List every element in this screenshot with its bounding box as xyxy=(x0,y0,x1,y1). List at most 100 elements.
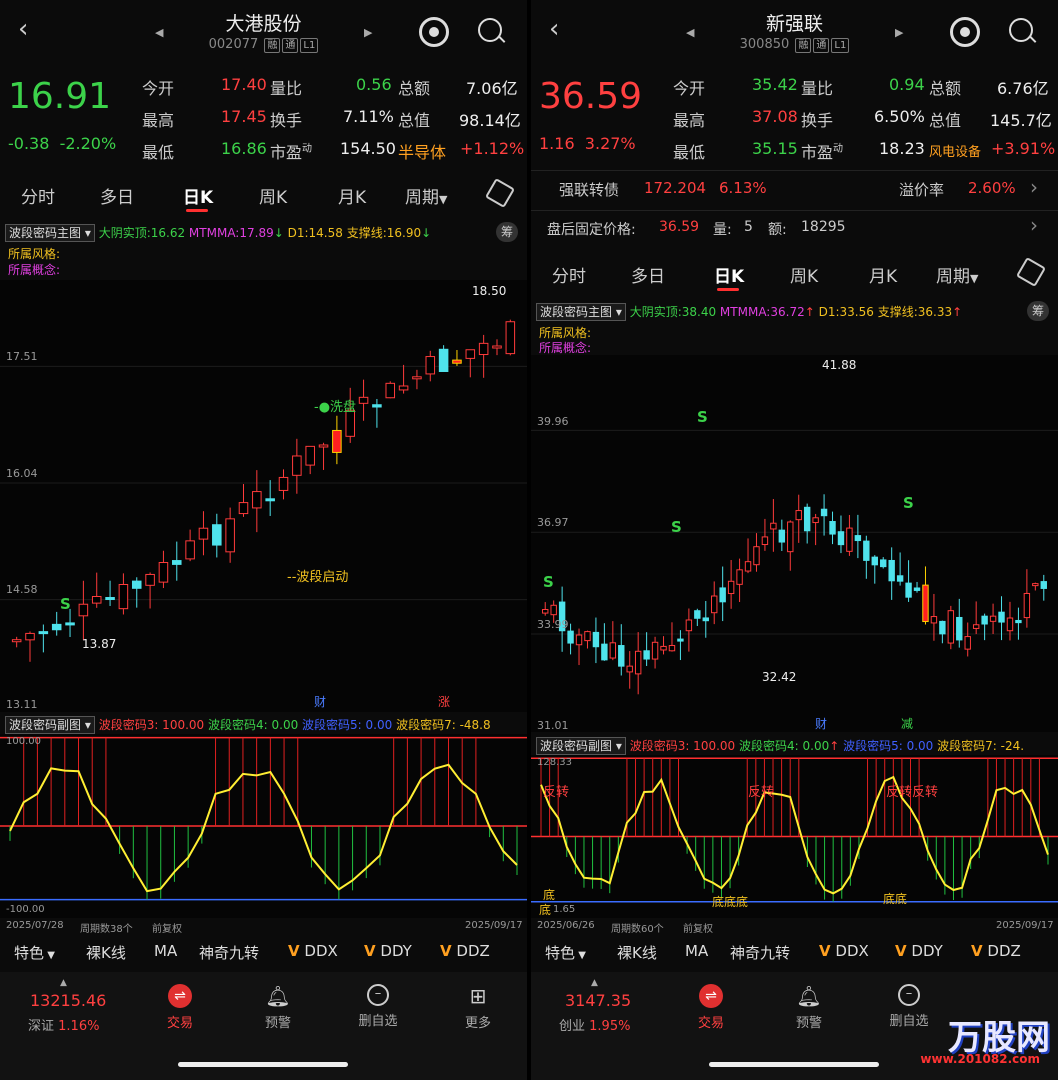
price-change: -0.38 -2.20% xyxy=(8,134,116,153)
low-label: 最低 xyxy=(142,143,175,162)
convertible-bond-row[interactable]: 强联转债 172.204 6.13% 溢价率 2.60% › xyxy=(531,170,1058,207)
cai-marker: 财 xyxy=(314,695,327,709)
candle-body xyxy=(660,645,667,651)
tool-ddz[interactable]: V DDZ xyxy=(440,942,490,960)
tool-nine[interactable]: 神奇九转 xyxy=(199,942,259,963)
alert-button[interactable]: 🔔︎ 预警 xyxy=(787,984,831,1031)
sub-indicator-select[interactable]: 波段密码副图 ▾ xyxy=(5,716,95,734)
candle-body xyxy=(11,639,22,643)
tab-zhouk[interactable]: 周K xyxy=(790,262,818,287)
search-icon[interactable] xyxy=(478,18,506,43)
after-hours-vol: 5 xyxy=(744,219,753,235)
tab-period[interactable]: 周期▼ xyxy=(936,262,978,287)
more-button[interactable]: ⊞ 更多 xyxy=(456,984,500,1031)
tab-zhouk[interactable]: 周K xyxy=(259,183,287,208)
minus-circle-icon: – xyxy=(898,984,920,1006)
tab-rik[interactable]: 日K xyxy=(183,183,213,208)
tool-feature-label: 特色 xyxy=(545,944,576,962)
settings-hex-icon[interactable] xyxy=(484,177,516,209)
kline-chart[interactable] xyxy=(0,280,527,712)
candle-body xyxy=(584,631,591,642)
candle-body xyxy=(1015,619,1022,624)
sub-indicator-select[interactable]: 波段密码副图 ▾ xyxy=(536,737,626,755)
y-tick-1: 39.96 xyxy=(537,415,569,428)
more-label: 更多 xyxy=(464,1016,491,1031)
alert-button[interactable]: 🔔︎ 预警 xyxy=(256,984,300,1031)
tool-ddx[interactable]: V DDX xyxy=(288,942,338,960)
tool-feature[interactable]: 特色 ▼ xyxy=(545,942,586,963)
tool-ddz[interactable]: V DDZ xyxy=(971,942,1021,960)
bond-change: 6.13% xyxy=(719,179,767,197)
change-pct: 3.27% xyxy=(584,134,636,153)
home-indicator xyxy=(709,1062,879,1067)
main-indicator-select[interactable]: 波段密码主图 ▾ xyxy=(5,224,95,242)
index-value[interactable]: 13215.46 xyxy=(30,991,106,1010)
alert-label: 预警 xyxy=(264,1016,291,1031)
robot-assistant-icon[interactable] xyxy=(419,17,449,47)
trade-button[interactable]: ⇌ 交易 xyxy=(158,984,202,1031)
robot-assistant-icon[interactable] xyxy=(950,17,980,47)
tab-period-label: 周期 xyxy=(936,267,970,287)
sub-indicator-chart[interactable] xyxy=(0,734,527,918)
reversal-label-3: 反转反转 xyxy=(886,785,939,800)
vr-value: 0.56 xyxy=(356,75,392,94)
tool-feature[interactable]: 特色 ▼ xyxy=(14,942,55,963)
candle-body xyxy=(922,584,929,623)
candle-body xyxy=(567,630,574,644)
after-hours-row[interactable]: 盘后固定价格: 36.59 量: 5 额: 18295 › xyxy=(531,210,1058,245)
tab-yuek[interactable]: 月K xyxy=(869,262,897,287)
main-indicator-name: 波段密码主图 xyxy=(9,226,82,240)
s-signal-3: S xyxy=(543,573,554,591)
trade-icon: ⇌ xyxy=(699,984,723,1008)
tool-nine[interactable]: 神奇九转 xyxy=(730,942,790,963)
tool-ddy[interactable]: V DDY xyxy=(895,942,943,960)
main-indicator-select[interactable]: 波段密码主图 ▾ xyxy=(536,303,626,321)
tool-naked-k[interactable]: 裸K线 xyxy=(86,942,126,963)
remove-watchlist-button[interactable]: – 删自选 xyxy=(881,984,937,1029)
tab-fenshi[interactable]: 分时 xyxy=(552,262,586,287)
candle-body xyxy=(981,615,988,625)
alert-label: 预警 xyxy=(795,1016,822,1031)
sector-name[interactable]: 风电设备 xyxy=(929,141,981,160)
candle-body xyxy=(803,506,811,532)
tab-duori[interactable]: 多日 xyxy=(100,183,134,208)
tab-period[interactable]: 周期▼ xyxy=(405,183,447,208)
tab-duori[interactable]: 多日 xyxy=(631,262,665,287)
sub-legend-3: 波段密码3: 100.00 xyxy=(98,718,205,732)
tool-ma[interactable]: MA xyxy=(154,942,177,960)
high-label: 最高 xyxy=(142,111,175,130)
index-line[interactable]: 创业 1.95% xyxy=(559,1015,630,1034)
candle-body xyxy=(863,540,870,561)
sub-tick-top: 100.00 xyxy=(6,736,41,747)
candle-body xyxy=(292,455,302,476)
low-value: 35.15 xyxy=(752,139,798,158)
tool-naked-k[interactable]: 裸K线 xyxy=(617,942,657,963)
tool-ma[interactable]: MA xyxy=(685,942,708,960)
remove-watchlist-button[interactable]: – 删自选 xyxy=(350,984,406,1029)
v-mark: V xyxy=(895,942,907,960)
sub-indicator-chart[interactable] xyxy=(531,755,1058,918)
stock-code-line: 300850 融通 L1 xyxy=(531,37,1058,53)
index-line[interactable]: 深证 1.16% xyxy=(28,1015,99,1034)
settings-hex-icon[interactable] xyxy=(1015,256,1047,288)
tab-fenshi[interactable]: 分时 xyxy=(21,183,55,208)
index-value[interactable]: 3147.35 xyxy=(565,991,631,1010)
trade-label: 交易 xyxy=(697,1016,724,1031)
tab-rik[interactable]: 日K xyxy=(714,262,744,287)
pe-label-text: 市盈 xyxy=(801,143,834,162)
chips-button[interactable]: 筹 xyxy=(1027,301,1049,321)
tool-ddx[interactable]: V DDX xyxy=(819,942,869,960)
chips-button[interactable]: 筹 xyxy=(496,222,518,242)
search-icon[interactable] xyxy=(1009,18,1037,43)
tool-ddy-label: DDY xyxy=(911,942,943,960)
sector-name[interactable]: 半导体 xyxy=(398,139,446,163)
sub-indicator-name: 波段密码副图 xyxy=(9,718,82,732)
candle-body xyxy=(947,610,955,644)
price-change: 1.16 3.27% xyxy=(539,134,636,153)
tab-yuek[interactable]: 月K xyxy=(338,183,366,208)
tool-ddy[interactable]: V DDY xyxy=(364,942,412,960)
candle-body xyxy=(158,562,169,583)
candle-body xyxy=(694,610,701,619)
active-tab-underline xyxy=(186,209,208,212)
trade-button[interactable]: ⇌ 交易 xyxy=(689,984,733,1031)
